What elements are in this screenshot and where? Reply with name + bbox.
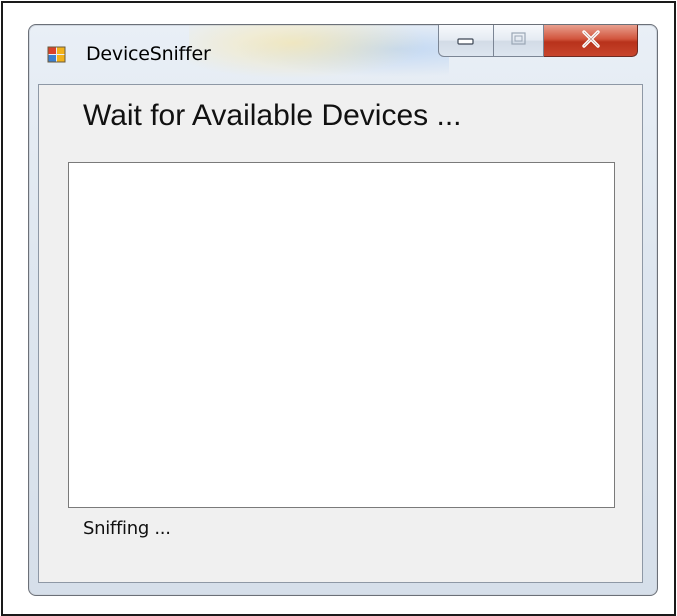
maximize-icon [510,31,528,51]
status-label: Sniffing ... [83,518,171,539]
page-heading: Wait for Available Devices ... [83,99,462,132]
device-sniffer-window: DeviceSniffer Wait for Available Devices… [28,24,658,596]
caption-buttons [438,25,644,59]
client-area: Wait for Available Devices ... Sniffing … [38,84,643,583]
maximize-button[interactable] [494,25,544,57]
close-button[interactable] [544,25,638,57]
window-title: DeviceSniffer [86,43,211,65]
device-list[interactable] [68,162,615,508]
close-icon [579,29,603,53]
title-bar[interactable]: DeviceSniffer [29,25,657,81]
minimize-button[interactable] [438,25,494,57]
windows-app-icon[interactable] [47,45,67,65]
minimize-icon [456,31,476,50]
